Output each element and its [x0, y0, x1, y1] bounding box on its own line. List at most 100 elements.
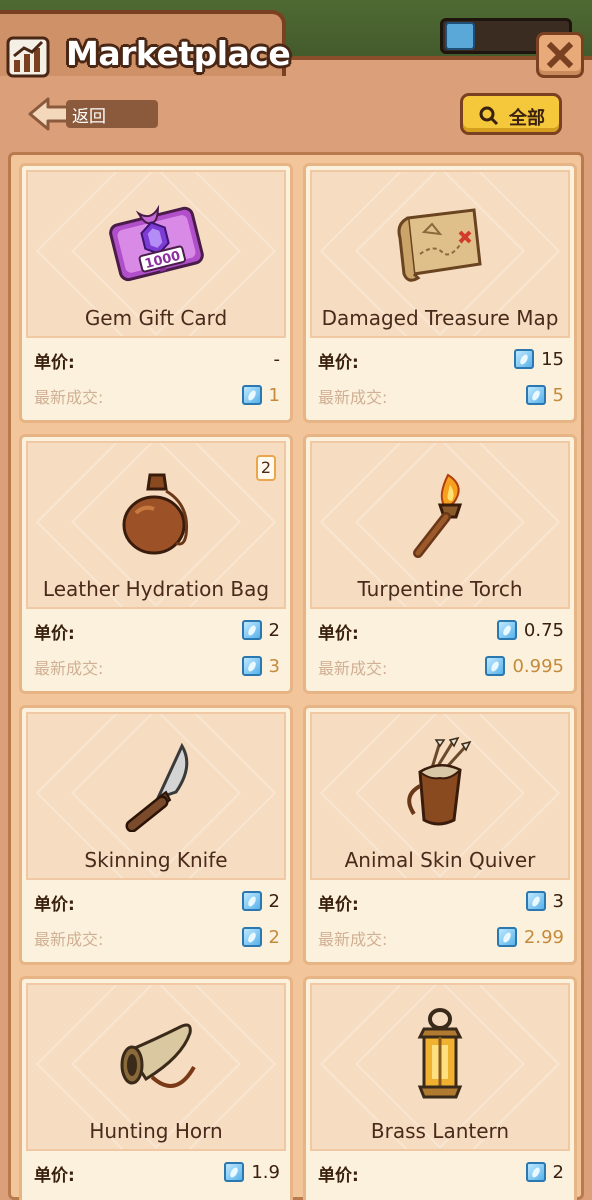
last-trade-row: 最新成交: 3 [34, 655, 280, 679]
item-name: Leather Hydration Bag [42, 577, 270, 601]
torch-icon [413, 473, 463, 558]
gem-currency-icon [241, 620, 262, 640]
unit-price-value: 15 [541, 348, 564, 370]
item-card[interactable]: Skinning Knife 单价: 2 最新成交: 2 [19, 705, 293, 965]
item-grid: 1000 Gem Gift Card 单价: - 最新成交: 1 Damaged… [8, 152, 584, 1200]
last-trade-value: 3 [268, 655, 280, 677]
gem-currency-icon [496, 927, 517, 947]
gem-currency-icon [525, 891, 546, 911]
last-trade-label: 最新成交: [34, 659, 104, 678]
item-name: Turpentine Torch [357, 577, 523, 601]
gem-currency-icon [445, 22, 475, 50]
quiver-icon [407, 736, 472, 826]
item-card[interactable]: Animal Skin Quiver 单价: 3 最新成交: 2.99 [303, 705, 577, 965]
unit-price-row: 单价: 2 [34, 619, 280, 645]
item-card[interactable]: Turpentine Torch 单价: 0.75 最新成交: 0.995 [303, 434, 577, 694]
unit-price-label: 单价: [318, 624, 359, 644]
close-button[interactable] [536, 32, 584, 78]
gem-currency-icon [241, 385, 262, 405]
item-card[interactable]: Damaged Treasure Map 单价: 15 最新成交: 5 [303, 163, 577, 423]
gem-gift-card-icon: 1000 [109, 204, 204, 282]
item-count-badge: 2 [255, 455, 276, 481]
page-title: Marketplace [66, 34, 291, 73]
knife-icon [125, 742, 189, 832]
gem-currency-icon [514, 349, 535, 369]
item-card[interactable]: Hunting Horn 单价: 1.9 [19, 976, 293, 1200]
close-icon [547, 42, 573, 68]
last-trade-label: 最新成交: [318, 659, 388, 678]
last-trade-row: 最新成交: 5 [318, 384, 564, 408]
gem-currency-icon [525, 385, 546, 405]
unit-price-row: 单价: - [34, 348, 281, 374]
unit-price-value: 1.9 [251, 1161, 280, 1183]
item-name: Gem Gift Card [84, 306, 228, 330]
item-image-area: Brass Lantern [310, 983, 570, 1151]
unit-price-label: 单价: [34, 624, 75, 644]
gem-currency-icon [241, 927, 262, 947]
back-label: 返回 [72, 107, 106, 127]
lantern-icon [417, 1008, 463, 1099]
item-name: Damaged Treasure Map [321, 306, 559, 330]
unit-price-value: 2 [268, 890, 280, 912]
gem-currency-icon [224, 1162, 245, 1182]
item-card[interactable]: Brass Lantern 单价: 2 [303, 976, 577, 1200]
unit-price-label: 单价: [34, 895, 75, 915]
horn-icon [120, 1023, 196, 1088]
unit-price-row: 单价: 15 [318, 348, 564, 374]
back-button[interactable]: 返回 [28, 96, 158, 132]
item-name: Hunting Horn [89, 1119, 223, 1143]
item-name: Brass Lantern [370, 1119, 510, 1143]
last-trade-label: 最新成交: [318, 930, 388, 949]
unit-price-value: 2 [552, 1161, 564, 1183]
last-trade-value: 1 [268, 384, 280, 406]
unit-price-label: 单价: [318, 895, 359, 915]
unit-price-row: 单价: 0.75 [318, 619, 564, 645]
last-trade-row: 最新成交: 2.99 [318, 926, 564, 950]
gem-currency-icon [525, 1162, 546, 1182]
last-trade-row: 最新成交: 1 [34, 384, 280, 408]
unit-price-value: 2 [268, 619, 280, 641]
item-image-area: Animal Skin Quiver [310, 712, 570, 880]
unit-price-value: 0.75 [523, 619, 564, 641]
unit-price-label: 单价: [318, 353, 359, 373]
last-trade-label: 最新成交: [34, 930, 104, 949]
treasure-map-icon [397, 208, 482, 282]
last-trade-value: 5 [552, 384, 564, 406]
last-trade-row: 最新成交: 0.995 [318, 655, 564, 679]
item-name: Skinning Knife [84, 848, 228, 872]
filter-all-button[interactable]: 全部 [460, 93, 562, 135]
item-image-area: 2 Leather Hydration Bag [26, 441, 286, 609]
unit-price-label: 单价: [34, 353, 75, 373]
item-name: Animal Skin Quiver [344, 848, 536, 872]
item-image-area: Damaged Treasure Map [310, 170, 570, 338]
title-tab: Marketplace [0, 10, 291, 78]
search-icon [479, 106, 499, 126]
item-card[interactable]: 1000 Gem Gift Card 单价: - 最新成交: 1 [19, 163, 293, 423]
item-image-area: Hunting Horn [26, 983, 286, 1151]
item-image-area: Skinning Knife [26, 712, 286, 880]
unit-price-label: 单价: [318, 1166, 359, 1186]
item-card[interactable]: 2 Leather Hydration Bag 单价: 2 最新成交: 3 [19, 434, 293, 694]
unit-price-value: 3 [552, 890, 564, 912]
last-trade-row: 最新成交: 2 [34, 926, 280, 950]
item-image-area: 1000 Gem Gift Card [26, 170, 286, 338]
gem-currency-icon [241, 656, 262, 676]
gem-currency-icon [485, 656, 506, 676]
unit-price-row: 单价: 1.9 [34, 1161, 280, 1187]
unit-price-value: - [273, 348, 281, 370]
unit-price-row: 单价: 2 [318, 1161, 564, 1187]
last-trade-value: 2.99 [523, 926, 564, 948]
item-image-area: Turpentine Torch [310, 441, 570, 609]
gem-currency-icon [496, 620, 517, 640]
leather-bag-icon [122, 473, 189, 555]
gem-currency-icon [241, 891, 262, 911]
filter-label: 全部 [509, 108, 545, 129]
trend-chart-icon [6, 36, 50, 78]
unit-price-row: 单价: 3 [318, 890, 564, 916]
last-trade-label: 最新成交: [34, 388, 104, 407]
last-trade-value: 2 [268, 926, 280, 948]
last-trade-label: 最新成交: [318, 388, 388, 407]
last-trade-value: 0.995 [512, 655, 564, 677]
unit-price-label: 单价: [34, 1166, 75, 1186]
unit-price-row: 单价: 2 [34, 890, 280, 916]
